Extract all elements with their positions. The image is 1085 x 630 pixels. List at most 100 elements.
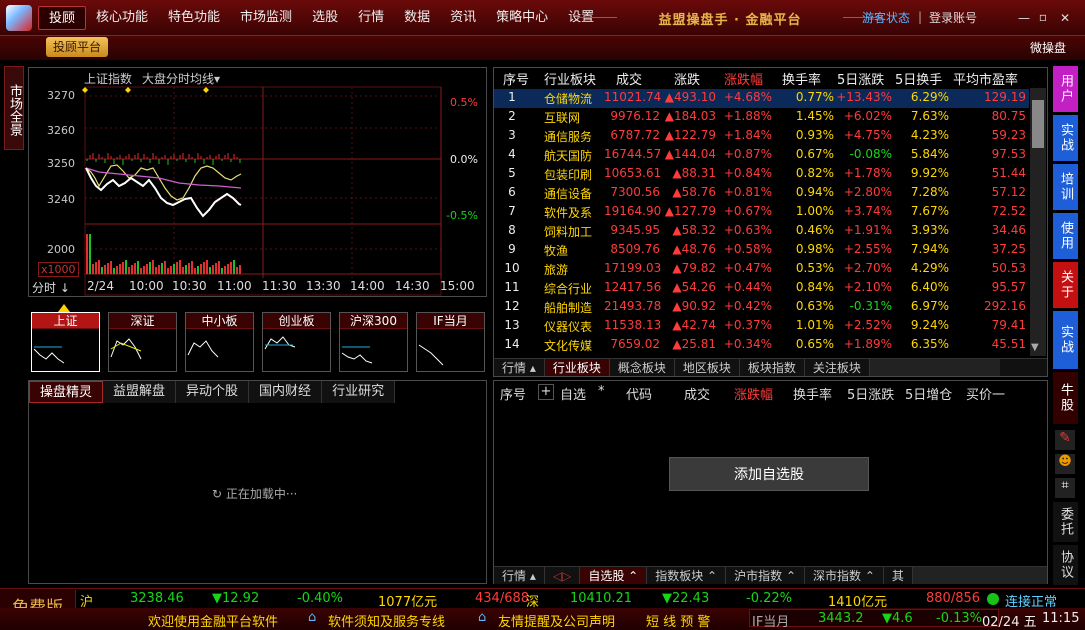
side-training-button[interactable]: 培训 <box>1053 164 1078 210</box>
table-row[interactable]: 5 包装印刷 10653.61 ▲88.31 +0.84% 0.82% +1.78% 9.92… <box>494 165 1029 184</box>
col-header[interactable]: 行业板块 <box>544 69 596 88</box>
chart-index-label[interactable]: 上证指数 <box>84 70 132 87</box>
col-header[interactable]: 买价一 <box>966 384 1005 403</box>
tab-jiepan[interactable]: 益盟解盘 <box>103 381 177 403</box>
tab-sz-index[interactable]: 深市指数 ⌃ <box>805 567 884 584</box>
table-row[interactable]: 2 互联网 9976.12 ▲184.03 +1.88% 1.45% +6.02% 7.63%… <box>494 108 1029 127</box>
tab-concept[interactable]: 概念板块 <box>610 359 675 376</box>
menu-item-monitor[interactable]: 市场监测 <box>230 6 302 30</box>
menu-item-tougu[interactable]: 投顾 <box>38 6 87 30</box>
table-row[interactable]: 7 软件及系 19164.90 ▲127.79 +0.67% 1.00% +3.74% 7.6… <box>494 203 1029 222</box>
person-icon[interactable]: ☻ <box>1055 454 1075 474</box>
tab-sector-index[interactable]: 板块指数 <box>740 359 805 376</box>
tab-industry[interactable]: 行业板块 <box>544 359 610 376</box>
col-header[interactable]: 序号 <box>503 69 529 88</box>
close-icon[interactable]: ✕ <box>1058 11 1072 25</box>
menu-item-quote[interactable]: 行情 <box>348 6 394 30</box>
table-row[interactable]: 1 仓储物流 11021.74 ▲493.10 +4.68% 0.77% +13.43% 6.… <box>494 89 1029 108</box>
side-shizhan2-button[interactable]: 实战 <box>1053 311 1078 369</box>
table-row[interactable]: 13 仪器仪表 11538.13 ▲42.74 +0.37% 1.01% +2.52% 9.2… <box>494 317 1029 336</box>
col-header[interactable]: 5日增仓 <box>905 384 952 403</box>
pen-icon[interactable]: ✎ <box>1055 430 1075 450</box>
chart-indicator-dropdown[interactable]: 大盘分时均线▾ <box>142 70 220 87</box>
timeshare-toggle[interactable]: 分时 ↓ <box>32 279 70 296</box>
thumb-shenzhen[interactable]: 深证 <box>108 312 177 372</box>
table-row[interactable]: 3 通信服务 6787.72 ▲122.79 +1.84% 0.93% +4.75% 4.23… <box>494 127 1029 146</box>
side-user-button[interactable]: 用户 <box>1053 66 1078 112</box>
menu-item-data[interactable]: 数据 <box>394 6 440 30</box>
guest-status-link[interactable]: 游客状态 <box>862 9 910 26</box>
table-row[interactable]: 12 船舶制造 21493.78 ▲90.92 +0.42% 0.63% -0.31% 6.9… <box>494 298 1029 317</box>
tab-watch-sector[interactable]: 关注板块 <box>805 359 870 376</box>
tab-caopan-jingling[interactable]: 操盘精灵 <box>29 381 104 403</box>
minimize-icon[interactable]: — <box>1017 11 1031 25</box>
tab-hangye[interactable]: 行业研究 <box>322 381 396 403</box>
statement-link[interactable]: 友情提醒及公司声明 <box>498 611 615 630</box>
side-niugu-button[interactable]: 牛股 <box>1053 372 1078 424</box>
horizontal-scrollbar[interactable] <box>912 567 1047 584</box>
col-header-sorted[interactable]: 涨跌幅 <box>724 69 763 88</box>
crop-icon[interactable]: ⌗ <box>1055 478 1075 498</box>
add-column-icon[interactable]: + <box>538 384 554 400</box>
alert-label[interactable]: 短 线 预 警 <box>646 611 710 630</box>
col-header[interactable]: 成交 <box>684 384 710 403</box>
thumb-hs300[interactable]: 沪深300 <box>339 312 408 372</box>
menu-item-pick[interactable]: 选股 <box>302 6 348 30</box>
col-header[interactable]: * <box>598 384 605 399</box>
menu-item-core[interactable]: 核心功能 <box>86 6 158 30</box>
tab-watchlist[interactable]: 自选股 ⌃ <box>580 567 648 584</box>
menu-item-settings[interactable]: 设置 <box>558 6 604 30</box>
table-cell: 11 <box>504 280 520 294</box>
market-overview-tab[interactable]: 市场全景 <box>4 66 24 150</box>
add-watchlist-button[interactable]: 添加自选股 <box>669 457 869 491</box>
side-entrust-button[interactable]: 委托 <box>1053 502 1078 542</box>
col-header[interactable]: 自选 <box>560 384 586 403</box>
col-header[interactable]: 5日涨跌 <box>847 384 894 403</box>
nav-arrows-icon[interactable]: ◁▷ <box>545 567 581 584</box>
thumb-if[interactable]: IF当月 <box>416 312 485 372</box>
col-header-sorted[interactable]: 涨跌幅 <box>734 384 773 403</box>
col-header[interactable]: 代码 <box>626 384 652 403</box>
thumb-chinext[interactable]: 创业板 <box>262 312 331 372</box>
side-shizhan-button[interactable]: 实战 <box>1053 115 1078 161</box>
notice-link[interactable]: 软件须知及服务专线 <box>328 611 445 630</box>
col-header[interactable]: 序号 <box>500 384 526 403</box>
table-row[interactable]: 14 文化传媒 7659.02 ▲25.81 +0.34% 0.65% +1.89% 6.35… <box>494 336 1029 355</box>
tab-more[interactable]: 其 <box>884 567 913 584</box>
col-header[interactable]: 涨跌 <box>674 69 700 88</box>
tab-index-sector[interactable]: 指数板块 ⌃ <box>647 567 727 584</box>
tab-sh-index[interactable]: 沪市指数 ⌃ <box>726 567 805 584</box>
side-about-button[interactable]: 关于 <box>1053 262 1078 308</box>
tab-quote[interactable]: 行情 ▴ <box>494 567 545 584</box>
horizontal-scrollbar[interactable] <box>869 359 1000 376</box>
login-link[interactable]: 登录账号 <box>929 9 977 26</box>
col-header[interactable]: 成交 <box>616 69 642 88</box>
table-row[interactable]: 6 通信设备 7300.56 ▲58.76 +0.81% 0.94% +2.80% 7.28%… <box>494 184 1029 203</box>
table-row[interactable]: 4 航天国防 16744.57 ▲144.04 +0.87% 0.67% -0.08% 5.8… <box>494 146 1029 165</box>
thumb-smallcap[interactable]: 中小板 <box>185 312 254 372</box>
scroll-down-icon[interactable]: ▼ <box>1031 342 1039 353</box>
weicaopan-button[interactable]: 微操盘 <box>1030 39 1066 56</box>
scrollbar-thumb[interactable] <box>1032 100 1044 148</box>
tab-quote[interactable]: 行情 ▴ <box>494 359 545 376</box>
table-row[interactable]: 8 饲料加工 9345.95 ▲58.32 +0.63% 0.46% +1.91% 3.93%… <box>494 222 1029 241</box>
menu-item-strategy[interactable]: 策略中心 <box>486 6 558 30</box>
col-header[interactable]: 换手率 <box>793 384 832 403</box>
restore-icon[interactable]: ▫ <box>1036 10 1050 24</box>
col-header[interactable]: 5日换手 <box>895 69 942 88</box>
thumb-shanghai[interactable]: 上证 <box>31 312 100 372</box>
tab-yidong[interactable]: 异动个股 <box>176 381 250 403</box>
table-row[interactable]: 10 旅游 17199.03 ▲79.82 +0.47% 0.53% +2.70% 4.29%… <box>494 260 1029 279</box>
tab-guonei[interactable]: 国内财经 <box>249 381 323 403</box>
col-header[interactable]: 5日涨跌 <box>837 69 884 88</box>
col-header[interactable]: 平均市盈率 <box>953 69 1018 88</box>
menu-item-news[interactable]: 资讯 <box>440 6 486 30</box>
platform-button[interactable]: 投顾平台 <box>46 37 108 57</box>
tab-region[interactable]: 地区板块 <box>675 359 740 376</box>
table-row[interactable]: 9 牧渔 8509.76 ▲48.76 +0.58% 0.98% +2.55% 7.94% 37… <box>494 241 1029 260</box>
side-usage-button[interactable]: 使用 <box>1053 213 1078 259</box>
side-agreement-button[interactable]: 协议 <box>1053 545 1078 585</box>
table-row[interactable]: 11 综合行业 12417.56 ▲54.26 +0.44% 0.84% +2.10% 6.4… <box>494 279 1029 298</box>
menu-item-feature[interactable]: 特色功能 <box>158 6 230 30</box>
col-header[interactable]: 换手率 <box>782 69 821 88</box>
